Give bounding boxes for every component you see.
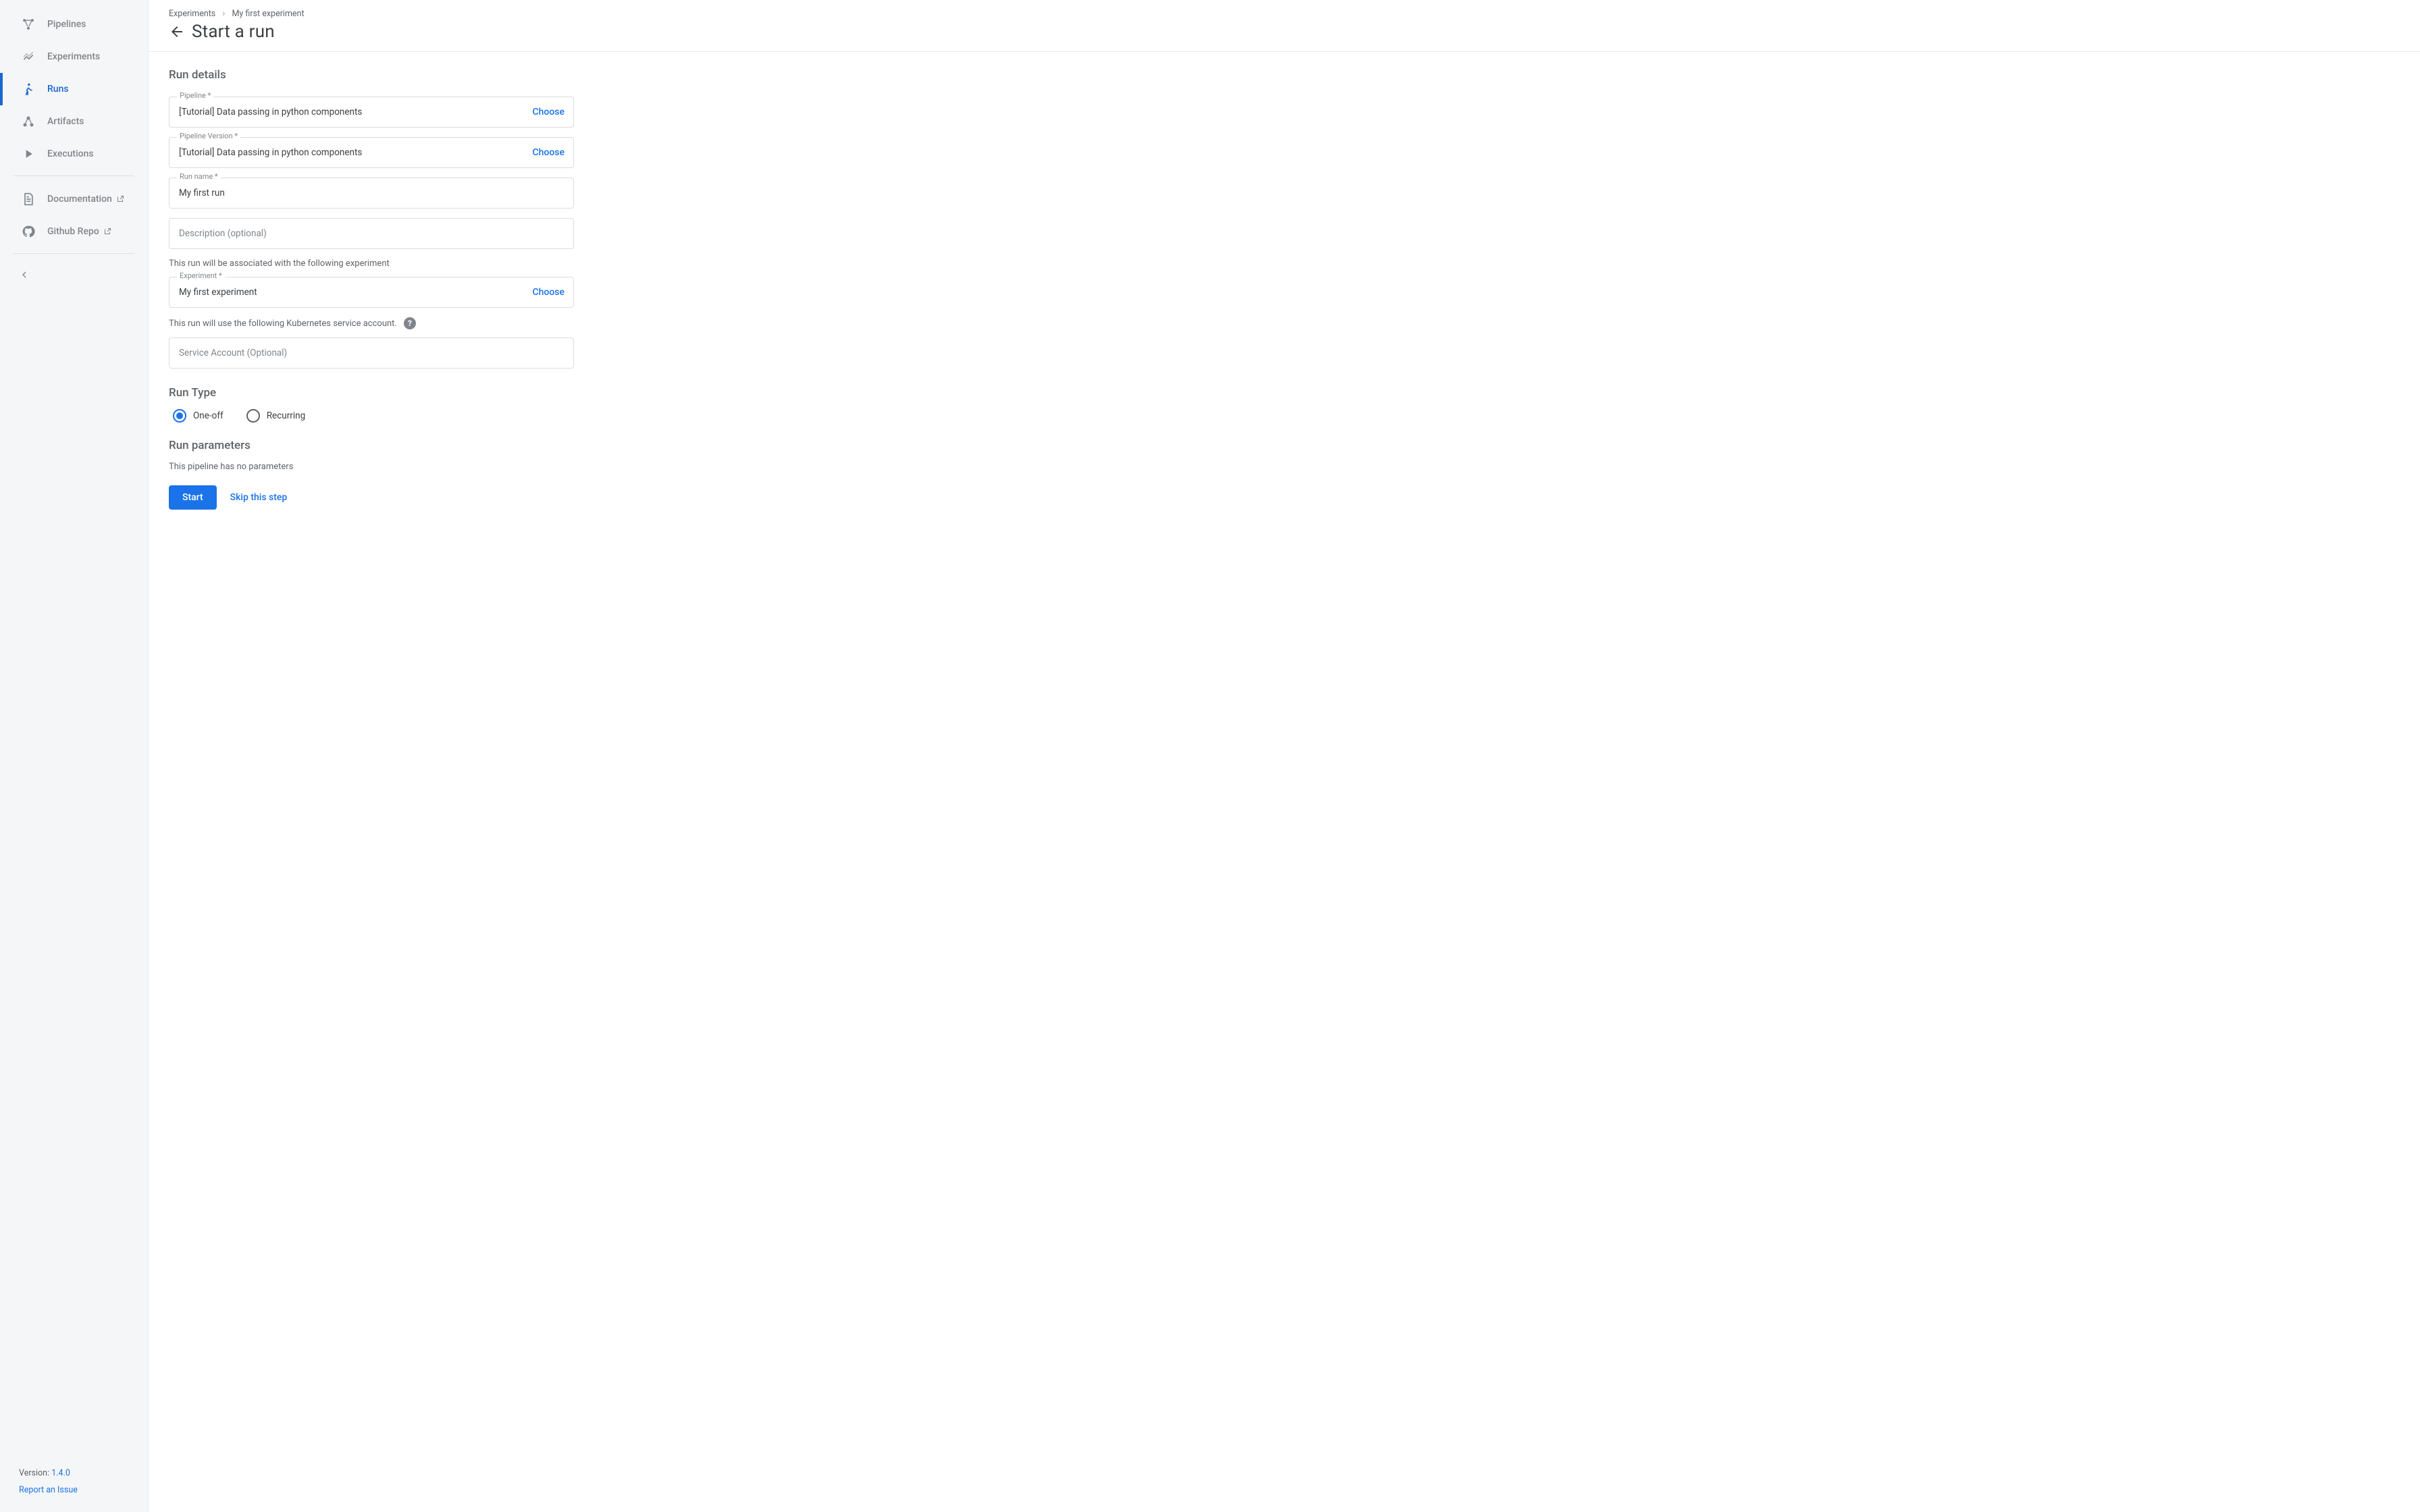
service-account-text: This run will use the following Kubernet… [169, 319, 397, 329]
radio-label: Recurring [267, 410, 305, 421]
pipeline-field: Pipeline * Choose [169, 97, 574, 128]
sidebar-item-label: Artifacts [47, 116, 84, 127]
chevron-right-icon: › [222, 8, 225, 19]
run-type-one-off[interactable]: One-off [173, 409, 223, 423]
run-type-recurring[interactable]: Recurring [246, 409, 305, 423]
service-account-field [169, 338, 574, 369]
main: Experiments › My first experiment Start … [149, 0, 2420, 1512]
arrow-back-icon [169, 24, 185, 40]
description-input[interactable] [169, 218, 574, 249]
breadcrumb: Experiments › My first experiment [169, 8, 2420, 19]
version-prefix: Version: [19, 1468, 51, 1478]
radio-icon [246, 409, 260, 423]
pipeline-version-field: Pipeline Version * Choose [169, 137, 574, 168]
sidebar-divider [14, 253, 134, 254]
page-title: Start a run [192, 22, 275, 42]
field-label: Pipeline * [177, 92, 213, 99]
pipeline-version-input[interactable] [169, 137, 574, 168]
run-parameters-empty: This pipeline has no parameters [169, 462, 709, 472]
executions-icon [22, 147, 35, 161]
sidebar-collapse-button[interactable] [0, 261, 148, 289]
github-icon [22, 225, 35, 238]
sidebar-item-label: Executions [47, 148, 94, 159]
sidebar-item-runs[interactable]: Runs [0, 73, 148, 105]
sidebar-item-github[interactable]: Github Repo [0, 215, 148, 248]
experiment-choose-button[interactable]: Choose [532, 287, 564, 298]
version-line: Version: 1.4.0 [19, 1465, 134, 1482]
section-title-run-parameters: Run parameters [169, 439, 709, 452]
sidebar-item-label: Github Repo [47, 226, 99, 237]
start-button[interactable]: Start [169, 485, 217, 510]
sidebar-item-experiments[interactable]: Experiments [0, 40, 148, 73]
description-field [169, 218, 574, 249]
sidebar-item-documentation[interactable]: Documentation [0, 183, 148, 215]
runs-icon [22, 82, 35, 96]
external-link-icon [116, 195, 124, 203]
external-link-icon [103, 227, 111, 236]
field-label: Experiment * [177, 272, 225, 279]
pipeline-choose-button[interactable]: Choose [532, 107, 564, 117]
sidebar-item-pipelines[interactable]: Pipelines [0, 8, 148, 40]
version-link[interactable]: 1.4.0 [51, 1468, 70, 1478]
sidebar-item-executions[interactable]: Executions [0, 138, 148, 170]
section-title-run-details: Run details [169, 68, 709, 82]
pipeline-input[interactable] [169, 97, 574, 128]
report-issue-link[interactable]: Report an Issue [19, 1485, 78, 1495]
pipeline-version-choose-button[interactable]: Choose [532, 147, 564, 158]
run-name-input[interactable] [169, 178, 574, 209]
skip-button[interactable]: Skip this step [230, 485, 288, 510]
sidebar-item-label: Experiments [47, 51, 100, 62]
breadcrumb-experiment-name[interactable]: My first experiment [232, 9, 304, 19]
sidebar-item-artifacts[interactable]: Artifacts [0, 105, 148, 138]
radio-label: One-off [193, 410, 223, 421]
experiment-input[interactable] [169, 277, 574, 308]
field-label: Pipeline Version * [177, 132, 240, 140]
chevron-left-icon [19, 269, 30, 280]
sidebar: Pipelines Experiments Runs Artifacts [0, 0, 149, 1512]
associated-experiment-text: This run will be associated with the fol… [169, 259, 709, 269]
breadcrumb-experiments[interactable]: Experiments [169, 9, 215, 19]
experiment-field: Experiment * Choose [169, 277, 574, 308]
sidebar-item-label: Runs [47, 84, 69, 94]
section-title-run-type: Run Type [169, 386, 709, 400]
document-icon [22, 192, 35, 206]
field-label: Run name * [177, 173, 221, 180]
experiments-icon [22, 50, 35, 63]
sidebar-item-label: Pipelines [47, 19, 86, 30]
service-account-input[interactable] [169, 338, 574, 369]
radio-icon [173, 409, 186, 423]
run-name-field: Run name * [169, 178, 574, 209]
sidebar-item-label: Documentation [47, 194, 112, 205]
artifacts-icon [22, 115, 35, 128]
back-button[interactable] [169, 24, 185, 40]
help-icon[interactable]: ? [404, 317, 416, 329]
pipelines-icon [22, 18, 35, 31]
